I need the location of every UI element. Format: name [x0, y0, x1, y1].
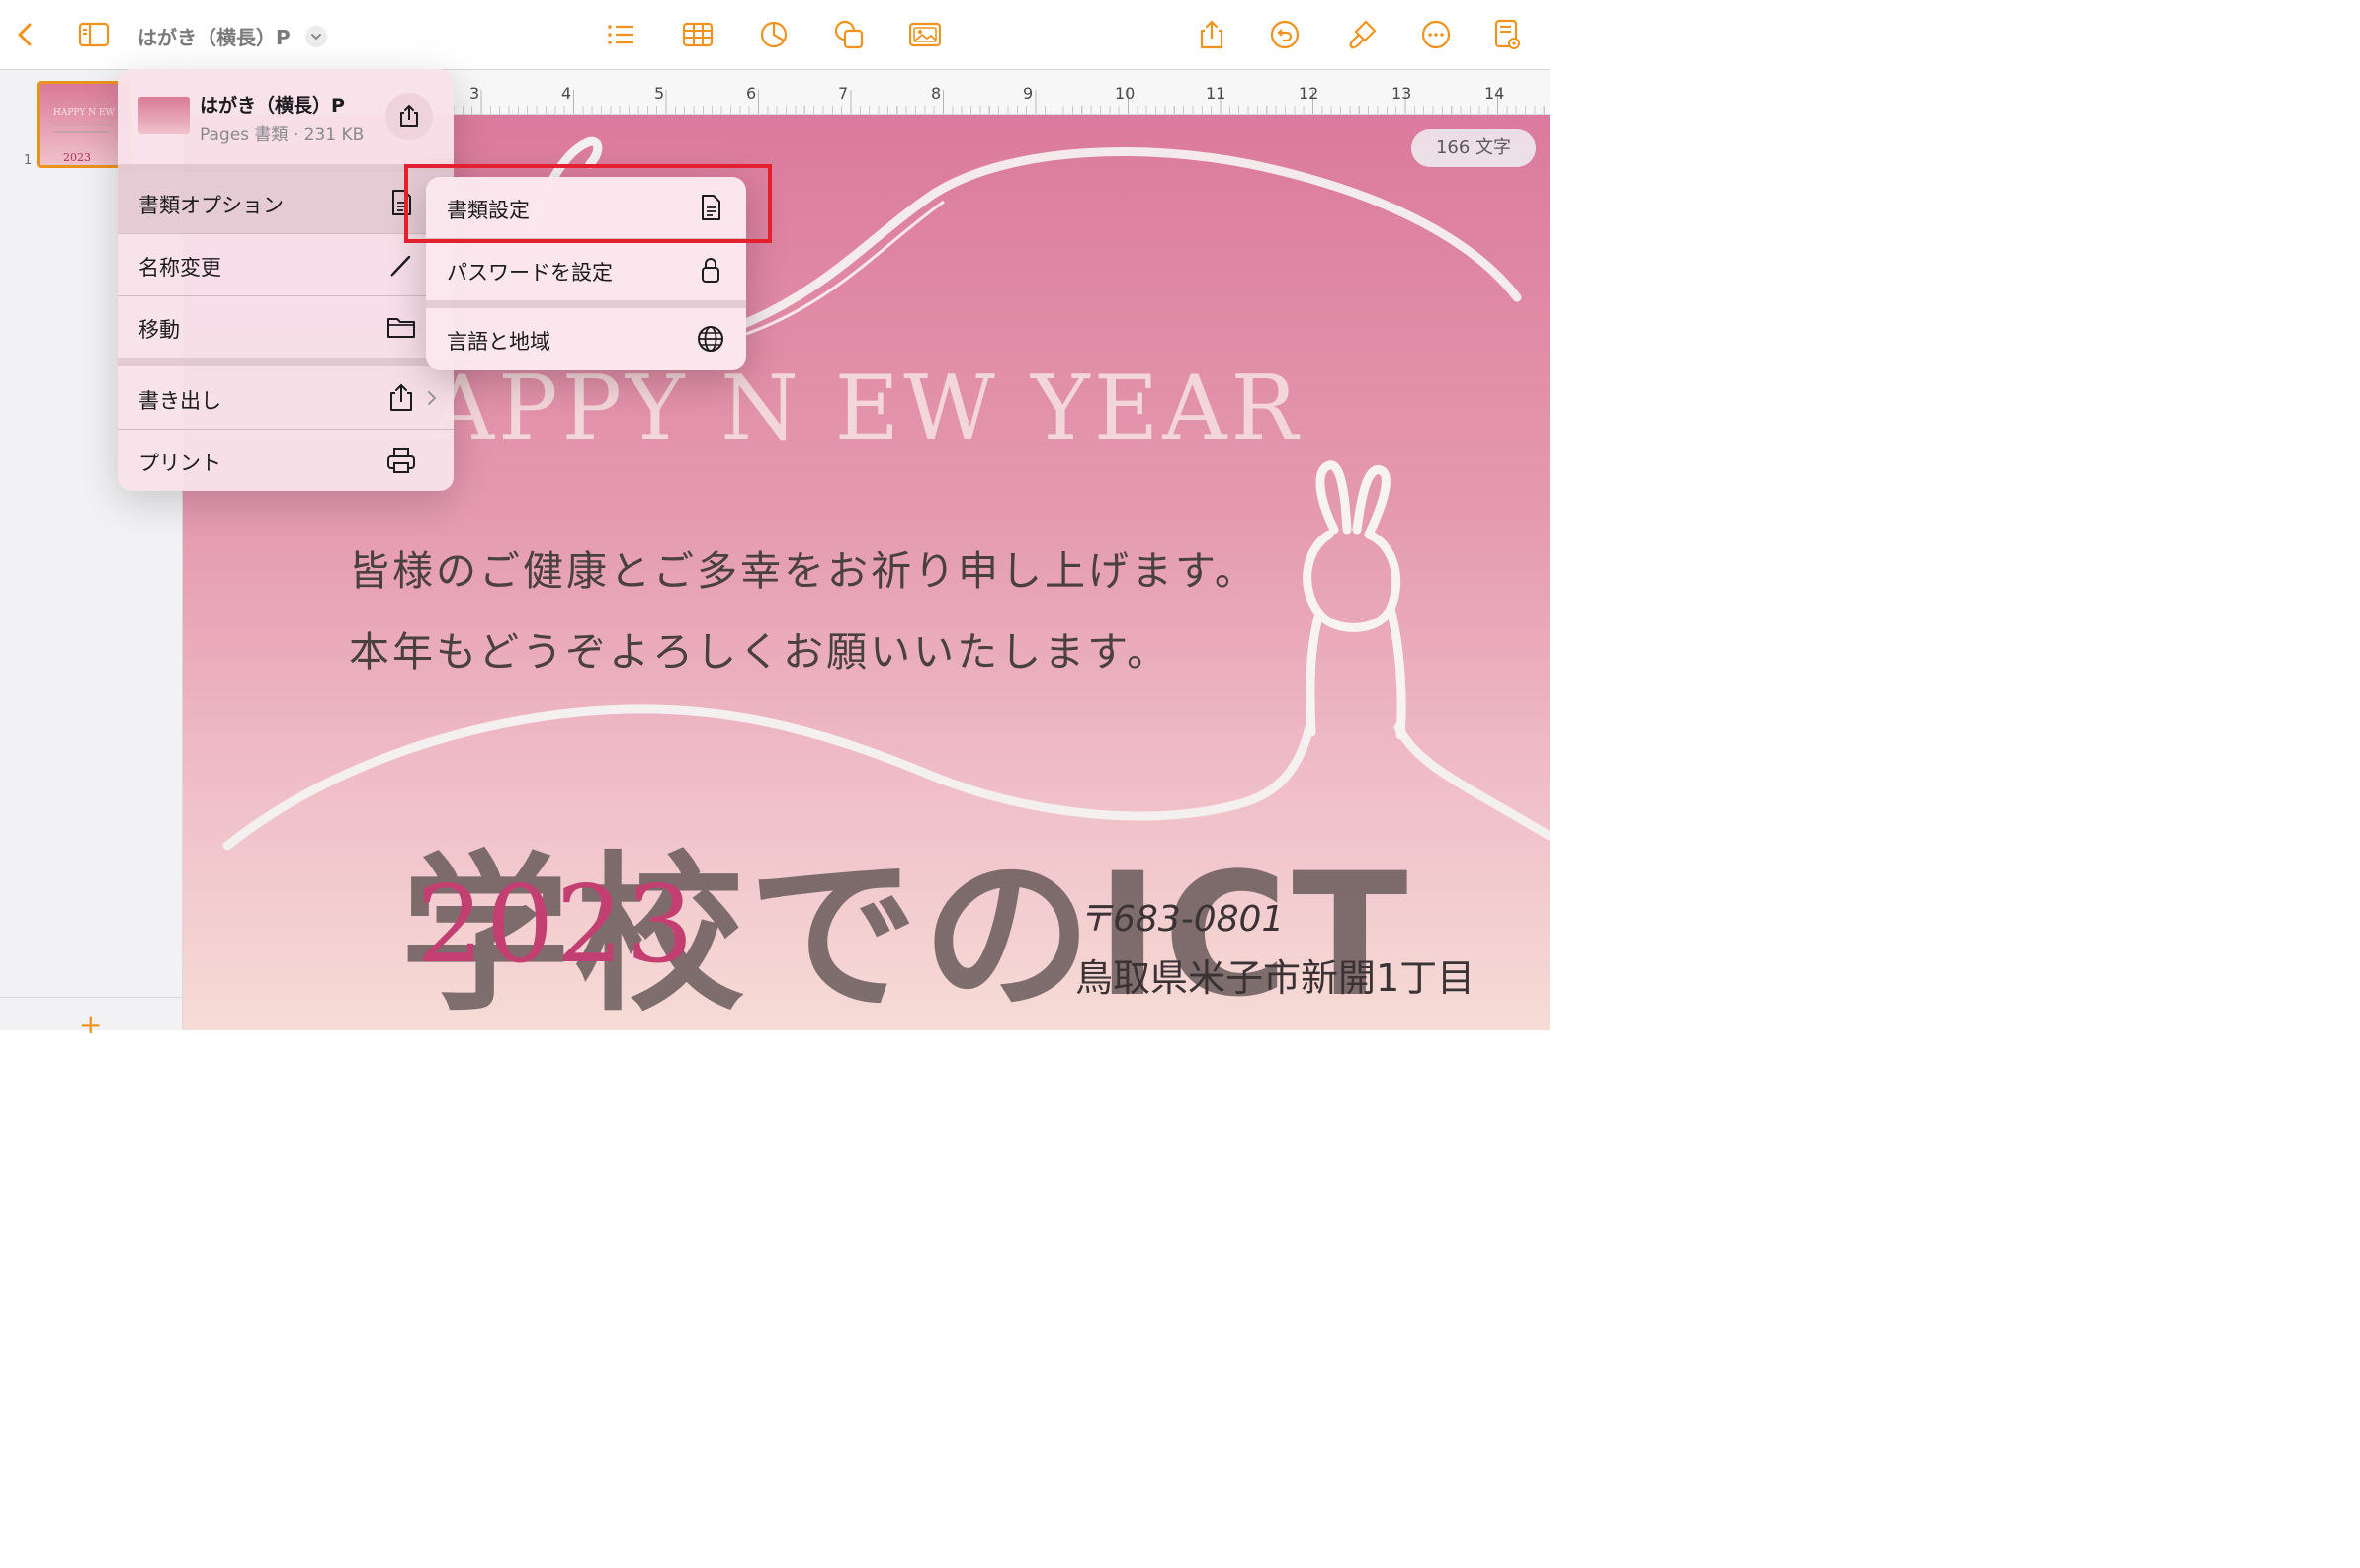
menu-separator — [118, 358, 454, 366]
chevron-right-icon — [424, 388, 440, 408]
document-view-icon[interactable] — [1491, 19, 1523, 50]
file-info-header: はがき（横長）P Pages 書類 · 231 KB — [118, 69, 454, 164]
thumbnail-text-line — [53, 131, 109, 133]
ruler-number: 12 — [1299, 84, 1319, 103]
menu-item-label: 書類オプション — [138, 194, 284, 217]
pencil-icon — [385, 249, 417, 281]
ruler-number: 8 — [931, 84, 942, 103]
add-page-button[interactable]: + — [79, 1011, 102, 1038]
document-options-submenu: 書類設定 パスワードを設定 言語と地域 — [426, 177, 746, 370]
menu-item-label: パスワードを設定 — [447, 261, 613, 285]
rabbit-outline — [1303, 460, 1406, 740]
menu-item-rename[interactable]: 名称変更 — [118, 234, 454, 295]
thumbnail-title: HAPPY N EW — [53, 108, 115, 118]
menu-separator — [426, 300, 746, 308]
ruler-number: 9 — [1023, 84, 1034, 103]
title-dropdown-icon[interactable] — [305, 26, 327, 47]
printer-icon — [385, 445, 417, 476]
word-count-badge[interactable]: 166 文字 — [1411, 129, 1536, 167]
document-title[interactable]: はがき（横長）P — [137, 22, 291, 50]
ruler-number: 11 — [1206, 84, 1226, 103]
document-menu-popover: はがき（横長）P Pages 書類 · 231 KB 書類オプション 名称変更 … — [118, 69, 454, 491]
postal-code[interactable]: 〒683-0801 — [1077, 890, 1284, 942]
share-icon[interactable] — [1196, 19, 1227, 50]
document-icon — [695, 192, 726, 223]
menu-item-label: プリント — [138, 452, 221, 475]
undo-icon[interactable] — [1269, 19, 1301, 50]
ruler-number: 6 — [746, 84, 757, 103]
back-chevron-icon[interactable] — [10, 19, 42, 50]
headline-text[interactable]: APPY N EW YEAR — [430, 357, 1302, 460]
ruler-number: 3 — [469, 84, 480, 103]
sidebar-divider — [0, 997, 182, 998]
file-thumbnail — [138, 97, 190, 134]
chart-icon[interactable] — [758, 19, 790, 50]
menu-item-print[interactable]: プリント — [118, 430, 454, 491]
sidebar-toggle-icon[interactable] — [78, 19, 110, 50]
menu-item-document-options[interactable]: 書類オプション — [118, 172, 454, 233]
share-icon[interactable] — [385, 93, 433, 140]
ruler-number: 7 — [838, 84, 849, 103]
menu-item-label: 名称変更 — [138, 256, 221, 280]
menu-item-label: 言語と地域 — [447, 330, 550, 354]
address-text[interactable]: 鳥取県米子市新開1丁目 — [1075, 948, 1475, 1002]
menu-item-label: 書類設定 — [447, 199, 530, 222]
menu-item-label: 移動 — [138, 318, 180, 342]
list-icon[interactable] — [605, 19, 636, 50]
greeting-line[interactable]: 皆様のご健康とご多幸をお祈り申し上げます。 — [349, 537, 1258, 597]
thumbnail-year: 2023 — [63, 151, 91, 164]
shapes-icon[interactable] — [833, 19, 865, 50]
menu-item-set-password[interactable]: パスワードを設定 — [426, 239, 746, 300]
ruler-number: 14 — [1484, 84, 1505, 103]
ruler-number: 13 — [1391, 84, 1412, 103]
document-icon — [385, 187, 417, 218]
menu-item-language-region[interactable]: 言語と地域 — [426, 308, 746, 370]
thumbnail-text-line — [53, 124, 113, 125]
top-toolbar: はがき（横長）P — [0, 0, 1550, 70]
ruler-number: 10 — [1115, 84, 1136, 103]
table-icon[interactable] — [682, 19, 714, 50]
greeting-line[interactable]: 本年もどうぞよろしくお願いいたします。 — [349, 619, 1170, 678]
format-brush-icon[interactable] — [1346, 19, 1378, 50]
menu-item-move[interactable]: 移動 — [118, 296, 454, 358]
year-text[interactable]: 2023 — [416, 864, 696, 987]
globe-icon — [695, 323, 726, 355]
ruler-number: 4 — [561, 84, 572, 103]
menu-item-document-setup[interactable]: 書類設定 — [426, 177, 746, 238]
file-meta: Pages 書類 · 231 KB — [200, 125, 365, 145]
folder-icon — [385, 311, 417, 343]
more-icon[interactable] — [1420, 19, 1452, 50]
lock-icon — [695, 254, 726, 286]
menu-separator — [118, 164, 454, 172]
ruler-number: 5 — [654, 84, 665, 103]
menu-item-export[interactable]: 書き出し — [118, 368, 454, 429]
page-number: 1 — [24, 153, 33, 168]
file-name: はがき（横長）P — [200, 95, 345, 117]
export-icon — [385, 382, 417, 414]
menu-item-label: 書き出し — [138, 389, 221, 413]
media-icon[interactable] — [909, 19, 941, 50]
